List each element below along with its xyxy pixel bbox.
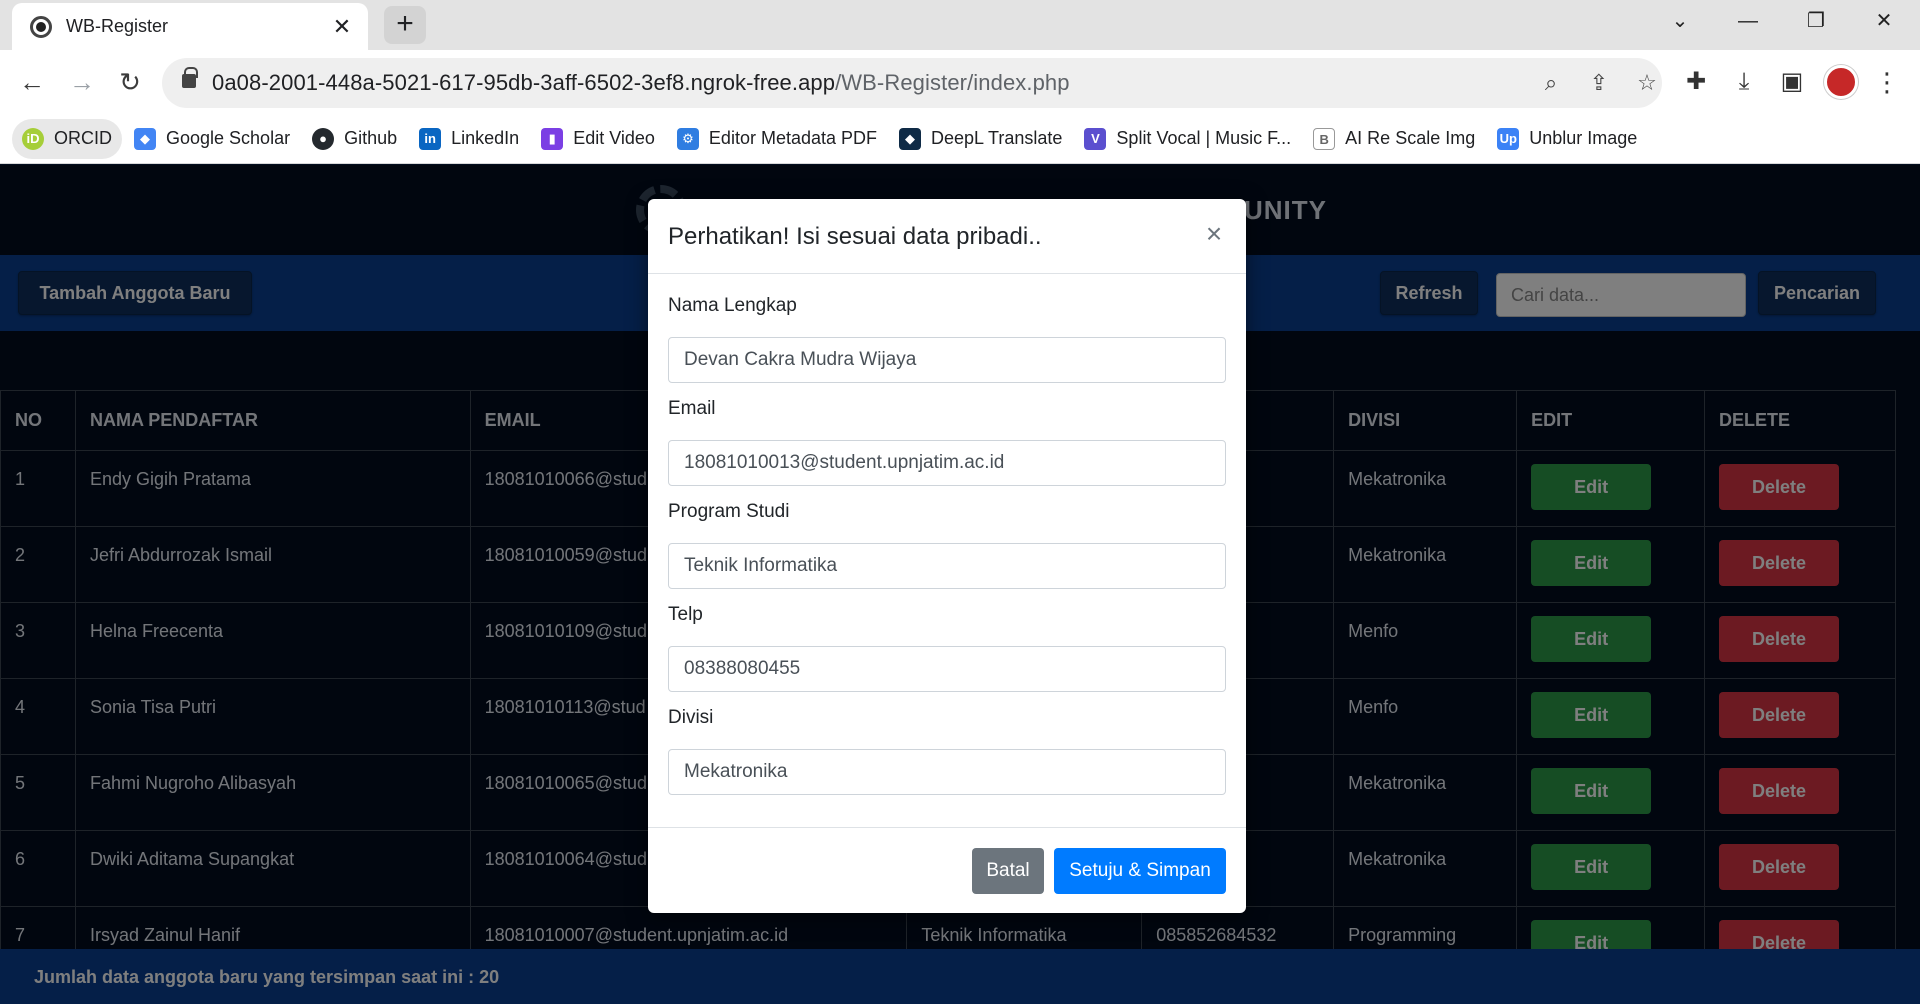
tab-title: WB-Register [66, 16, 169, 36]
browser-tab[interactable]: WB-Register ✕ [12, 3, 368, 50]
field-program-studi: Program Studi [668, 501, 1226, 589]
profile-avatar[interactable] [1824, 65, 1858, 99]
restore-button[interactable]: ❐ [1786, 0, 1846, 44]
bookmark-split-vocal[interactable]: V Split Vocal | Music F... [1074, 119, 1301, 159]
bookmark-deepl[interactable]: ◆ DeepL Translate [889, 119, 1072, 159]
bookmark-label: ORCID [54, 128, 112, 148]
zoom-icon[interactable]: ⌕ [1536, 68, 1566, 98]
bookmark-star-icon[interactable]: ☆ [1632, 68, 1662, 98]
bookmark-label: Google Scholar [166, 128, 291, 148]
field-label: Email [668, 398, 716, 419]
bookmark-edit-video[interactable]: ▮ Edit Video [531, 119, 665, 159]
field-email: Email [668, 398, 1226, 486]
bookmark-unblur-image[interactable]: Up Unblur Image [1487, 119, 1647, 159]
browser-toolbar: ← → ↻ 0a08-2001-448a-5021-617-95db-3aff-… [0, 50, 1920, 114]
field-label: Telp [668, 604, 703, 625]
bookmark-label: DeepL Translate [931, 128, 1063, 148]
gears-icon: ⚙ [676, 127, 699, 150]
forward-arrow-icon[interactable]: → [62, 62, 102, 102]
bookmark-github[interactable]: ● Github [302, 119, 407, 159]
bookmark-ai-rescale[interactable]: B AI Re Scale Img [1303, 119, 1485, 159]
bookmark-google-scholar[interactable]: ◆ Google Scholar [124, 119, 300, 159]
field-telp: Telp [668, 604, 1226, 692]
vocal-icon: V [1084, 127, 1107, 150]
bookmark-label: Editor Metadata PDF [708, 128, 877, 148]
divisi-input[interactable] [668, 749, 1226, 795]
telp-input[interactable] [668, 646, 1226, 692]
bookmark-label: LinkedIn [451, 128, 520, 148]
linkedin-icon: in [419, 127, 442, 150]
address-bar[interactable]: 0a08-2001-448a-5021-617-95db-3aff-6502-3… [162, 58, 1662, 108]
browser-tab-strip: WB-Register ✕ + ⌄ — ❐ ✕ [0, 0, 1920, 50]
bookmark-label: AI Re Scale Img [1345, 128, 1476, 148]
lock-icon [182, 67, 198, 88]
back-arrow-icon[interactable]: ← [12, 62, 52, 102]
bookmarks-bar: iD ORCID ◆ Google Scholar ● Github in Li… [0, 114, 1920, 164]
minimize-button[interactable]: — [1718, 0, 1778, 44]
registration-modal: Perhatikan! Isi sesuai data pribadi.. × … [648, 199, 1246, 913]
bookmark-label: Github [344, 128, 398, 148]
clapper-icon: ▮ [541, 127, 564, 150]
nama-lengkap-input[interactable] [668, 337, 1226, 383]
site-favicon-icon [30, 15, 52, 38]
bookmark-linkedin[interactable]: in LinkedIn [409, 119, 529, 159]
cancel-button[interactable]: Batal [972, 848, 1044, 894]
bookmark-label: Split Vocal | Music F... [1116, 128, 1292, 148]
rescale-icon: B [1313, 127, 1336, 150]
tab-search-icon[interactable]: ⌄ [1650, 0, 1710, 44]
share-icon[interactable]: ⇪ [1584, 68, 1614, 98]
new-tab-button[interactable]: + [384, 6, 426, 44]
bookmark-editor-metadata-pdf[interactable]: ⚙ Editor Metadata PDF [667, 119, 887, 159]
save-button[interactable]: Setuju & Simpan [1054, 848, 1226, 894]
unblur-icon: Up [1497, 127, 1520, 150]
modal-footer: Batal Setuju & Simpan [648, 827, 1246, 913]
side-panel-icon[interactable]: ▣ [1772, 62, 1812, 102]
program-studi-input[interactable] [668, 543, 1226, 589]
orcid-icon: iD [22, 127, 44, 150]
modal-header: Perhatikan! Isi sesuai data pribadi.. × [648, 199, 1246, 274]
modal-close-icon[interactable]: × [1202, 219, 1226, 249]
google-scholar-icon: ◆ [134, 127, 156, 150]
field-divisi: Divisi [668, 707, 1226, 795]
field-nama-lengkap: Nama Lengkap [668, 295, 1226, 383]
url-text[interactable]: 0a08-2001-448a-5021-617-95db-3aff-6502-3… [212, 70, 1070, 96]
reload-icon[interactable]: ↻ [110, 62, 150, 102]
field-label: Nama Lengkap [668, 295, 797, 316]
bookmark-orcid[interactable]: iD ORCID [12, 118, 122, 159]
field-label: Divisi [668, 707, 714, 728]
bookmark-label: Edit Video [573, 128, 655, 148]
deepl-icon: ◆ [899, 127, 921, 150]
tab-close-icon[interactable]: ✕ [330, 14, 354, 40]
extensions-puzzle-icon[interactable]: ✚ [1676, 62, 1716, 102]
window-close-button[interactable]: ✕ [1854, 0, 1914, 44]
email-input[interactable] [668, 440, 1226, 486]
github-icon: ● [312, 127, 335, 150]
bookmark-label: Unblur Image [1529, 128, 1638, 148]
download-icon[interactable]: ⤓ [1724, 62, 1764, 102]
menu-kebab-icon[interactable]: ⋮ [1874, 62, 1900, 102]
field-label: Program Studi [668, 501, 790, 522]
modal-title: Perhatikan! Isi sesuai data pribadi.. [668, 223, 1042, 250]
